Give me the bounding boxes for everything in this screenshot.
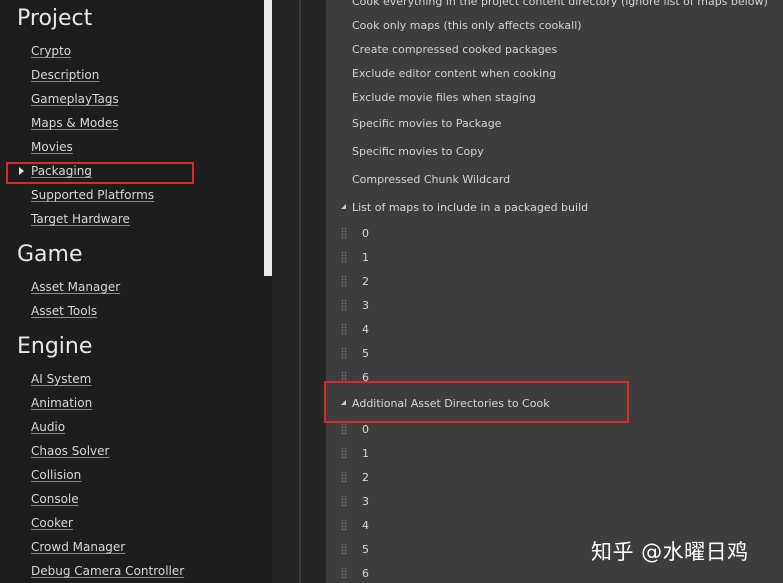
property-exclude-movie-files: Exclude movie files when staging: [352, 91, 536, 104]
array-index: 1: [362, 447, 369, 460]
sidebar-item-collision[interactable]: Collision: [31, 468, 81, 482]
property-exclude-editor-content: Exclude editor content when cooking: [352, 67, 557, 80]
expand-arrow-icon[interactable]: [341, 204, 346, 209]
expand-arrow-icon[interactable]: [341, 400, 346, 405]
array-index: 4: [362, 519, 369, 532]
sidebar-item-chaos-solver[interactable]: Chaos Solver: [31, 444, 109, 458]
array-index: 1: [362, 251, 369, 264]
array-index: 5: [362, 347, 369, 360]
array-index: 2: [362, 275, 369, 288]
sidebar-item-packaging[interactable]: Packaging: [31, 164, 92, 178]
sidebar-item-audio[interactable]: Audio: [31, 420, 65, 434]
sidebar-item-ai-system[interactable]: AI System: [31, 372, 91, 386]
details-gutter: [301, 0, 326, 583]
sidebar-item-target-hardware[interactable]: Target Hardware: [31, 212, 130, 226]
property-compressed-chunk-wildcard: Compressed Chunk Wildcard: [352, 173, 511, 186]
drag-handle-icon[interactable]: [341, 447, 347, 459]
sidebar-item-supported-platforms[interactable]: Supported Platforms: [31, 188, 154, 202]
sidebar-item-description[interactable]: Description: [31, 68, 99, 82]
sidebar-item-asset-tools[interactable]: Asset Tools: [31, 304, 97, 318]
drag-handle-icon[interactable]: [341, 299, 347, 311]
property-cook-everything: Cook everything in the project content d…: [352, 0, 768, 8]
sidebar-item-animation[interactable]: Animation: [31, 396, 92, 410]
array-index: 3: [362, 495, 369, 508]
drag-handle-icon[interactable]: [341, 423, 347, 435]
watermark-text: 知乎 @水曜日鸡: [591, 540, 749, 564]
sidebar-item-movies[interactable]: Movies: [31, 140, 73, 154]
property-cook-only-maps: Cook only maps (this only affects cookal…: [352, 19, 582, 32]
sidebar-scrollbar[interactable]: [264, 0, 272, 276]
array-index: 0: [362, 423, 369, 436]
sidebar-item-asset-manager[interactable]: Asset Manager: [31, 280, 120, 294]
property-movies-to-package: Specific movies to Package: [352, 117, 502, 130]
array-index: 4: [362, 323, 369, 336]
drag-handle-icon[interactable]: [341, 251, 347, 263]
array-index: 0: [362, 227, 369, 240]
group-additional-asset-directories[interactable]: Additional Asset Directories to Cook: [352, 397, 550, 410]
drag-handle-icon[interactable]: [341, 323, 347, 335]
sidebar-item-cooker[interactable]: Cooker: [31, 516, 73, 530]
sidebar-item-maps-modes[interactable]: Maps & Modes: [31, 116, 119, 130]
sidebar-item-crowd-manager[interactable]: Crowd Manager: [31, 540, 125, 554]
selected-arrow-icon: [19, 167, 24, 175]
drag-handle-icon[interactable]: [341, 347, 347, 359]
drag-handle-icon[interactable]: [341, 371, 347, 383]
drag-handle-icon[interactable]: [341, 543, 347, 555]
property-movies-to-copy: Specific movies to Copy: [352, 145, 484, 158]
drag-handle-icon[interactable]: [341, 567, 347, 579]
property-compressed-packages: Create compressed cooked packages: [352, 43, 558, 56]
array-index: 3: [362, 299, 369, 312]
drag-handle-icon[interactable]: [341, 227, 347, 239]
section-title-engine: Engine: [17, 334, 93, 359]
sidebar-item-gameplaytags[interactable]: GameplayTags: [31, 92, 119, 106]
drag-handle-icon[interactable]: [341, 495, 347, 507]
array-index: 6: [362, 567, 369, 580]
details-panel: Cook everything in the project content d…: [326, 0, 783, 583]
array-index: 5: [362, 543, 369, 556]
group-maps-to-include[interactable]: List of maps to include in a packaged bu…: [352, 201, 588, 214]
section-title-project: Project: [17, 6, 93, 31]
panel-splitter[interactable]: [272, 0, 300, 583]
drag-handle-icon[interactable]: [341, 519, 347, 531]
settings-sidebar: Project Crypto Description GameplayTags …: [0, 0, 264, 583]
sidebar-item-console[interactable]: Console: [31, 492, 79, 506]
array-index: 2: [362, 471, 369, 484]
drag-handle-icon[interactable]: [341, 275, 347, 287]
sidebar-item-crypto[interactable]: Crypto: [31, 44, 71, 58]
section-title-game: Game: [17, 242, 83, 267]
drag-handle-icon[interactable]: [341, 471, 347, 483]
array-index: 6: [362, 371, 369, 384]
sidebar-item-debug-camera-controller[interactable]: Debug Camera Controller: [31, 564, 184, 578]
